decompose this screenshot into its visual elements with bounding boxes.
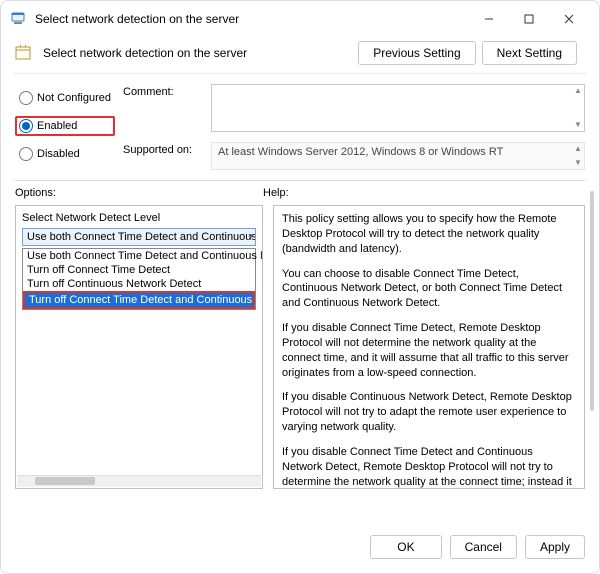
- options-horizontal-scrollbar[interactable]: [17, 475, 261, 487]
- radio-disabled[interactable]: Disabled: [15, 144, 115, 164]
- dropdown-item-selected[interactable]: Turn off Connect Time Detect and Continu…: [23, 291, 255, 309]
- help-paragraph: You can choose to disable Connect Time D…: [282, 267, 576, 312]
- combobox-selected-value: Use both Connect Time Detect and Continu…: [22, 228, 256, 246]
- radio-icon: [19, 91, 33, 105]
- network-detect-combobox[interactable]: Use both Connect Time Detect and Continu…: [22, 228, 256, 246]
- comment-textarea[interactable]: ▲ ▼: [211, 84, 585, 132]
- window-controls: [469, 4, 589, 34]
- help-paragraph: If you disable Connect Time Detect and C…: [282, 445, 576, 489]
- dropdown-item[interactable]: Turn off Continuous Network Detect: [23, 277, 255, 291]
- apply-button[interactable]: Apply: [525, 535, 585, 559]
- scrollbar-thumb[interactable]: [590, 191, 594, 411]
- state-radio-group: Not Configured Enabled Disabled: [15, 84, 115, 170]
- config-row: Not Configured Enabled Disabled Comment:…: [1, 80, 599, 170]
- ok-button[interactable]: OK: [370, 535, 441, 559]
- minimize-button[interactable]: [469, 4, 509, 34]
- dropdown-item[interactable]: Turn off Connect Time Detect: [23, 263, 255, 277]
- previous-setting-button[interactable]: Previous Setting: [358, 41, 475, 65]
- network-detect-dropdown: Use both Connect Time Detect and Continu…: [22, 248, 256, 310]
- panels: Select Network Detect Level Use both Con…: [1, 199, 599, 489]
- radio-label: Enabled: [37, 120, 77, 132]
- dropdown-item[interactable]: Use both Connect Time Detect and Continu…: [23, 249, 255, 263]
- scrollbar-thumb[interactable]: [35, 477, 95, 485]
- gpo-icon: [15, 44, 33, 62]
- supported-scroll[interactable]: ▲ ▼: [572, 143, 584, 169]
- next-setting-button[interactable]: Next Setting: [482, 41, 577, 65]
- radio-label: Disabled: [37, 148, 80, 160]
- comment-scroll[interactable]: ▲ ▼: [572, 85, 584, 131]
- subheader-title: Select network detection on the server: [43, 46, 348, 60]
- maximize-button[interactable]: [509, 4, 549, 34]
- radio-not-configured[interactable]: Not Configured: [15, 88, 115, 108]
- options-header: Options:: [15, 187, 263, 199]
- chevron-down-icon: ▾: [248, 231, 253, 242]
- meta-col: Comment: ▲ ▼ Supported on: At least Wind…: [123, 84, 585, 170]
- separator: [15, 180, 585, 181]
- help-panel: This policy setting allows you to specif…: [273, 205, 585, 489]
- page-scrollbar[interactable]: [589, 61, 595, 481]
- arrow-up-icon: ▲: [572, 85, 584, 97]
- help-paragraph: If you disable Connect Time Detect, Remo…: [282, 321, 576, 380]
- arrow-down-icon: ▼: [572, 119, 584, 131]
- radio-icon: [19, 119, 33, 133]
- dialog-window: Select network detection on the server S…: [0, 0, 600, 574]
- supported-on-value: At least Windows Server 2012, Windows 8 …: [218, 146, 503, 158]
- divider: [13, 73, 587, 74]
- supported-on-label: Supported on:: [123, 142, 203, 156]
- comment-label: Comment:: [123, 84, 203, 98]
- window-title: Select network detection on the server: [35, 12, 239, 26]
- radio-enabled[interactable]: Enabled: [15, 116, 115, 136]
- radio-label: Not Configured: [37, 92, 111, 104]
- help-header: Help:: [263, 187, 585, 199]
- policy-icon: [11, 11, 27, 27]
- arrow-up-icon: ▲: [572, 143, 584, 155]
- subheader: Select network detection on the server P…: [1, 37, 599, 73]
- help-paragraph: If you disable Continuous Network Detect…: [282, 390, 576, 435]
- radio-icon: [19, 147, 33, 161]
- section-labels: Options: Help:: [1, 187, 599, 199]
- help-paragraph: This policy setting allows you to specif…: [282, 212, 576, 257]
- arrow-down-icon: ▼: [572, 157, 584, 169]
- dialog-footer: OK Cancel Apply: [1, 525, 599, 573]
- cancel-button[interactable]: Cancel: [450, 535, 517, 559]
- supported-on-text: At least Windows Server 2012, Windows 8 …: [211, 142, 585, 170]
- titlebar: Select network detection on the server: [1, 1, 599, 37]
- options-dropdown-label: Select Network Detect Level: [16, 206, 262, 226]
- options-panel: Select Network Detect Level Use both Con…: [15, 205, 263, 489]
- close-button[interactable]: [549, 4, 589, 34]
